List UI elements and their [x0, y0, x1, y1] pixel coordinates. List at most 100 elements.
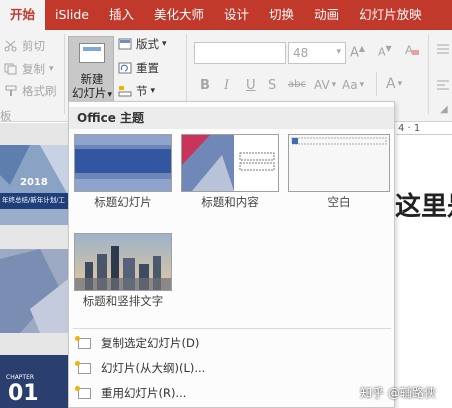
- eraser-icon: A: [404, 42, 420, 61]
- tab-design[interactable]: 设计: [214, 0, 259, 30]
- layout-icon: [118, 38, 132, 50]
- layout-title-and-content-label: 标题和内容: [201, 195, 259, 209]
- slide-thumb-subtitle: 年终总结/新年计划/工: [2, 196, 65, 204]
- scissors-icon: [4, 40, 18, 52]
- layout-title-and-vertical-text-label: 标题和竖排文字: [82, 294, 164, 308]
- duplicate-slide-menu-item[interactable]: 复制选定幻灯片(D): [71, 332, 391, 354]
- office-theme-header: Office 主题: [69, 107, 394, 129]
- tab-beautify[interactable]: 美化大师: [144, 0, 214, 30]
- tab-islide[interactable]: iSlide: [45, 0, 99, 30]
- reset-icon: [118, 62, 132, 74]
- ribbon-divider: [64, 34, 65, 114]
- underline-button[interactable]: U: [246, 78, 256, 93]
- chevron-down-icon: ▾: [359, 80, 365, 90]
- clipboard-group-label: 板: [0, 109, 12, 123]
- slides-from-outline-label: 幻灯片(从大纲)(L)...: [101, 361, 206, 375]
- bold-button[interactable]: B: [200, 78, 210, 93]
- reuse-slides-menu-item[interactable]: 重用幻灯片(R)...: [71, 382, 391, 404]
- chevron-down-icon: ▾: [150, 86, 156, 96]
- layout-blank-label: 空白: [327, 195, 351, 209]
- font-name-input[interactable]: [194, 42, 286, 64]
- new-slide-button[interactable]: 新建 幻灯片▾: [68, 36, 114, 102]
- copy-icon: [4, 63, 18, 75]
- tab-insert[interactable]: 插入: [99, 0, 144, 30]
- format-painter-button[interactable]: 格式刷: [4, 83, 57, 99]
- slide-thumb-year: 2018: [20, 177, 48, 188]
- reset-button[interactable]: 重置: [118, 60, 159, 76]
- slides-from-outline-menu-item[interactable]: 幻灯片(从大纲)(L)...: [71, 357, 391, 379]
- bullets-icon[interactable]: [436, 42, 450, 56]
- strikethrough-icon: abc: [288, 79, 306, 90]
- chevron-down-icon: ▾: [336, 47, 341, 57]
- slide-thumb-number: 01: [8, 381, 39, 406]
- character-spacing-icon: AV: [314, 78, 330, 92]
- expand-group-icon[interactable]: ◢: [440, 104, 448, 115]
- change-case-icon: Aa: [342, 78, 358, 92]
- copy-button[interactable]: 复制 ▾: [4, 61, 54, 77]
- shadow-button[interactable]: S: [268, 78, 276, 93]
- font-size-input[interactable]: 48 ▾: [288, 42, 346, 64]
- decrease-font-button[interactable]: A▼: [378, 44, 392, 59]
- duplicate-slide-icon: [75, 336, 93, 350]
- copy-label: 复制: [22, 62, 45, 76]
- paintbrush-icon: [4, 85, 18, 97]
- layout-title-and-vertical-text[interactable]: [74, 233, 172, 291]
- ruler: 4 · 1: [396, 123, 452, 135]
- tab-slideshow[interactable]: 幻灯片放映: [349, 0, 432, 30]
- slide-thumbnail-1[interactable]: 2018 年终总结/新年计划/工: [0, 145, 68, 225]
- tab-animations[interactable]: 动画: [304, 0, 349, 30]
- new-slide-label-line2: 幻灯片: [71, 86, 107, 100]
- dropdown-divider: [73, 328, 391, 329]
- reuse-slide-icon: [75, 386, 93, 400]
- format-painter-label: 格式刷: [22, 84, 57, 98]
- cut-button[interactable]: 剪切: [4, 38, 45, 54]
- ribbon-tab-bar: 开始 iSlide 插入 美化大师 设计 切换 动画 幻灯片放映: [0, 0, 452, 30]
- new-slide-label-line2-wrap: 幻灯片▾: [69, 85, 115, 101]
- layout-label: 版式: [136, 37, 159, 51]
- reuse-slides-label: 重用幻灯片(R)...: [101, 386, 187, 400]
- cut-label: 剪切: [22, 39, 45, 53]
- layout-button[interactable]: 版式 ▾: [118, 36, 167, 52]
- svg-text:A: A: [405, 43, 413, 57]
- ribbon-divider: [376, 72, 377, 96]
- tab-transitions[interactable]: 切换: [259, 0, 304, 30]
- chevron-down-icon: ▾: [107, 90, 113, 100]
- decrease-font-icon: A▼: [378, 44, 392, 59]
- slide-thumbnails-panel: 2018 年终总结/新年计划/工 CHAPTER 01: [0, 123, 68, 408]
- increase-font-icon: A▲: [350, 44, 366, 61]
- chevron-down-icon: ▾: [49, 64, 54, 74]
- reset-label: 重置: [136, 61, 159, 75]
- new-slide-icon: [79, 43, 105, 63]
- layout-title-and-content[interactable]: [181, 134, 279, 192]
- section-button[interactable]: 节 ▾: [118, 83, 155, 99]
- text-shadow-icon: S: [268, 78, 277, 93]
- chevron-down-icon: ▾: [331, 80, 337, 90]
- increase-font-button[interactable]: A▲: [350, 44, 365, 60]
- clear-format-button[interactable]: A: [404, 42, 420, 61]
- ribbon-divider: [428, 34, 429, 114]
- section-icon: [118, 85, 132, 97]
- duplicate-slide-label: 复制选定幻灯片(D): [101, 336, 200, 350]
- section-label: 节: [136, 84, 148, 98]
- layout-title-slide-label: 标题幻灯片: [94, 195, 152, 209]
- slide-canvas-title[interactable]: 这里是: [395, 186, 452, 223]
- slide-thumb-chapter: CHAPTER: [6, 374, 35, 381]
- strikethrough-button[interactable]: abc: [288, 79, 306, 90]
- italic-icon: I: [224, 78, 230, 93]
- italic-button[interactable]: I: [224, 78, 229, 93]
- layout-title-slide[interactable]: [74, 134, 172, 192]
- outline-slide-icon: [75, 361, 93, 375]
- chevron-down-icon: ▾: [397, 79, 403, 89]
- slide-thumbnail-2[interactable]: [0, 249, 68, 333]
- layout-blank[interactable]: [288, 134, 390, 192]
- align-icon[interactable]: [436, 78, 450, 92]
- watermark: 知乎 @辅路侠: [360, 386, 436, 400]
- font-size-value: 48: [293, 46, 309, 60]
- change-case-button[interactable]: Aa ▾: [342, 78, 364, 92]
- underline-icon: U: [246, 78, 256, 93]
- tab-home[interactable]: 开始: [0, 0, 46, 30]
- slide-thumbnail-3[interactable]: CHAPTER 01: [0, 355, 68, 408]
- char-spacing-button[interactable]: AV ▾: [314, 78, 336, 92]
- font-color-button[interactable]: A ▾: [386, 76, 402, 92]
- chevron-down-icon: ▾: [162, 39, 167, 49]
